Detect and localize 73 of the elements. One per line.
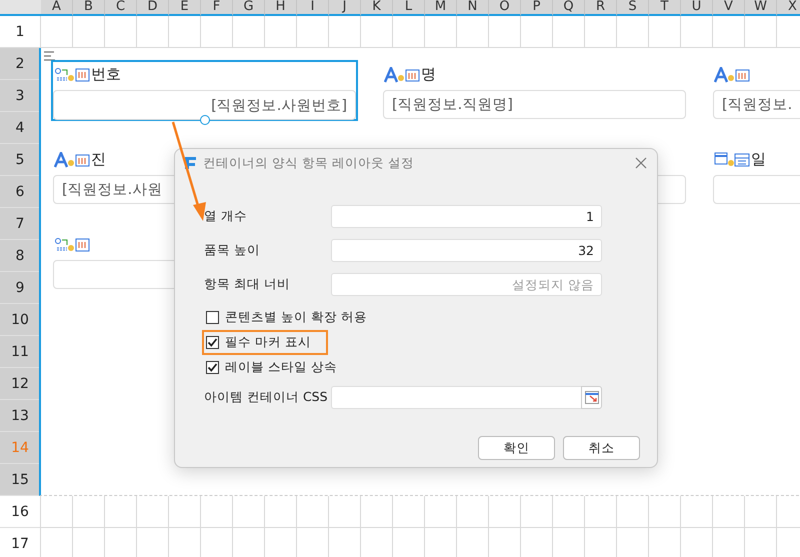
column-header[interactable]: L [393,0,425,16]
layout-icon [43,50,57,62]
column-header[interactable]: X [777,0,800,16]
input-field[interactable]: 설정되지 않음 [330,273,602,296]
column-header[interactable]: C [105,0,137,16]
row-header[interactable]: 5 [0,144,41,176]
column-header[interactable]: I [297,0,329,16]
dialog-button[interactable]: 취소 [563,436,640,460]
column-header[interactable]: K [361,0,393,16]
row-header[interactable]: 10 [0,304,41,336]
row-header[interactable]: 11 [0,336,41,368]
field-label: 진 [91,150,106,169]
column-header[interactable]: D [137,0,169,16]
row-header[interactable]: 2 [0,48,41,80]
checkbox[interactable] [206,311,219,324]
close-button[interactable] [633,155,649,171]
field-label: 아이템 컨테이너 CSS [204,389,329,406]
field-type-icon [54,236,90,252]
column-header[interactable]: A [41,0,73,16]
dialog-button[interactable]: 확인 [478,436,555,460]
input-field[interactable]: [직원정보. [713,90,800,119]
column-header[interactable]: E [169,0,201,16]
column-header[interactable]: H [265,0,297,16]
input-field[interactable]: [직원정보.직원명] [383,90,686,119]
column-header[interactable]: T [649,0,681,16]
column-header[interactable]: B [73,0,105,16]
row-header[interactable]: 9 [0,272,41,304]
column-header[interactable]: J [329,0,361,16]
column-header[interactable]: O [489,0,521,16]
column-header[interactable]: Q [553,0,585,16]
select-all-corner[interactable] [0,0,41,16]
field-type-icon [384,66,420,82]
row-header[interactable]: 15 [0,464,41,496]
row-header[interactable]: 6 [0,176,41,208]
app-icon [184,156,197,170]
checkbox[interactable] [206,336,219,349]
field-label: 명 [421,65,436,84]
column-header[interactable]: P [521,0,553,16]
checkbox[interactable] [206,361,219,374]
checkbox-label: 필수 마커 표시 [225,334,311,351]
input-field[interactable]: 32 [330,239,602,262]
field-type-icon [714,152,750,168]
dialog-title: 컨테이너의 양식 항목 레이아웃 설정 [203,154,414,172]
input-field[interactable] [330,386,582,409]
column-header[interactable]: U [681,0,713,16]
row-header[interactable]: 12 [0,368,41,400]
field-label: 번호 [91,65,121,84]
input-field[interactable]: 1 [330,205,602,228]
row-header[interactable]: 4 [0,112,41,144]
checkbox-label: 레이블 스타일 상속 [225,359,337,376]
picker-button[interactable] [581,386,602,409]
input-field[interactable]: [직원정보.사원번호] [53,90,356,120]
field-label: 항목 최대 너비 [204,276,291,293]
column-header[interactable]: G [233,0,265,16]
column-header[interactable]: V [713,0,745,16]
column-header[interactable]: N [457,0,489,16]
table-icon [584,391,599,404]
checkbox-label: 콘텐츠별 높이 확장 허용 [225,309,367,326]
field-type-icon [54,66,90,82]
row-header[interactable]: 7 [0,208,41,240]
column-header[interactable]: F [201,0,233,16]
field-type-icon [714,66,750,82]
column-header[interactable]: M [425,0,457,16]
field-label: 품목 높이 [204,242,261,259]
row-header[interactable]: 8 [0,240,41,272]
field-type-icon [54,152,90,168]
column-header[interactable]: W [745,0,777,16]
row-header[interactable]: 13 [0,400,41,432]
column-header[interactable]: R [585,0,617,16]
field-label: 열 개수 [204,208,248,225]
column-header[interactable]: S [617,0,649,16]
field-label: 일 [751,150,766,169]
row-header[interactable]: 3 [0,80,41,112]
